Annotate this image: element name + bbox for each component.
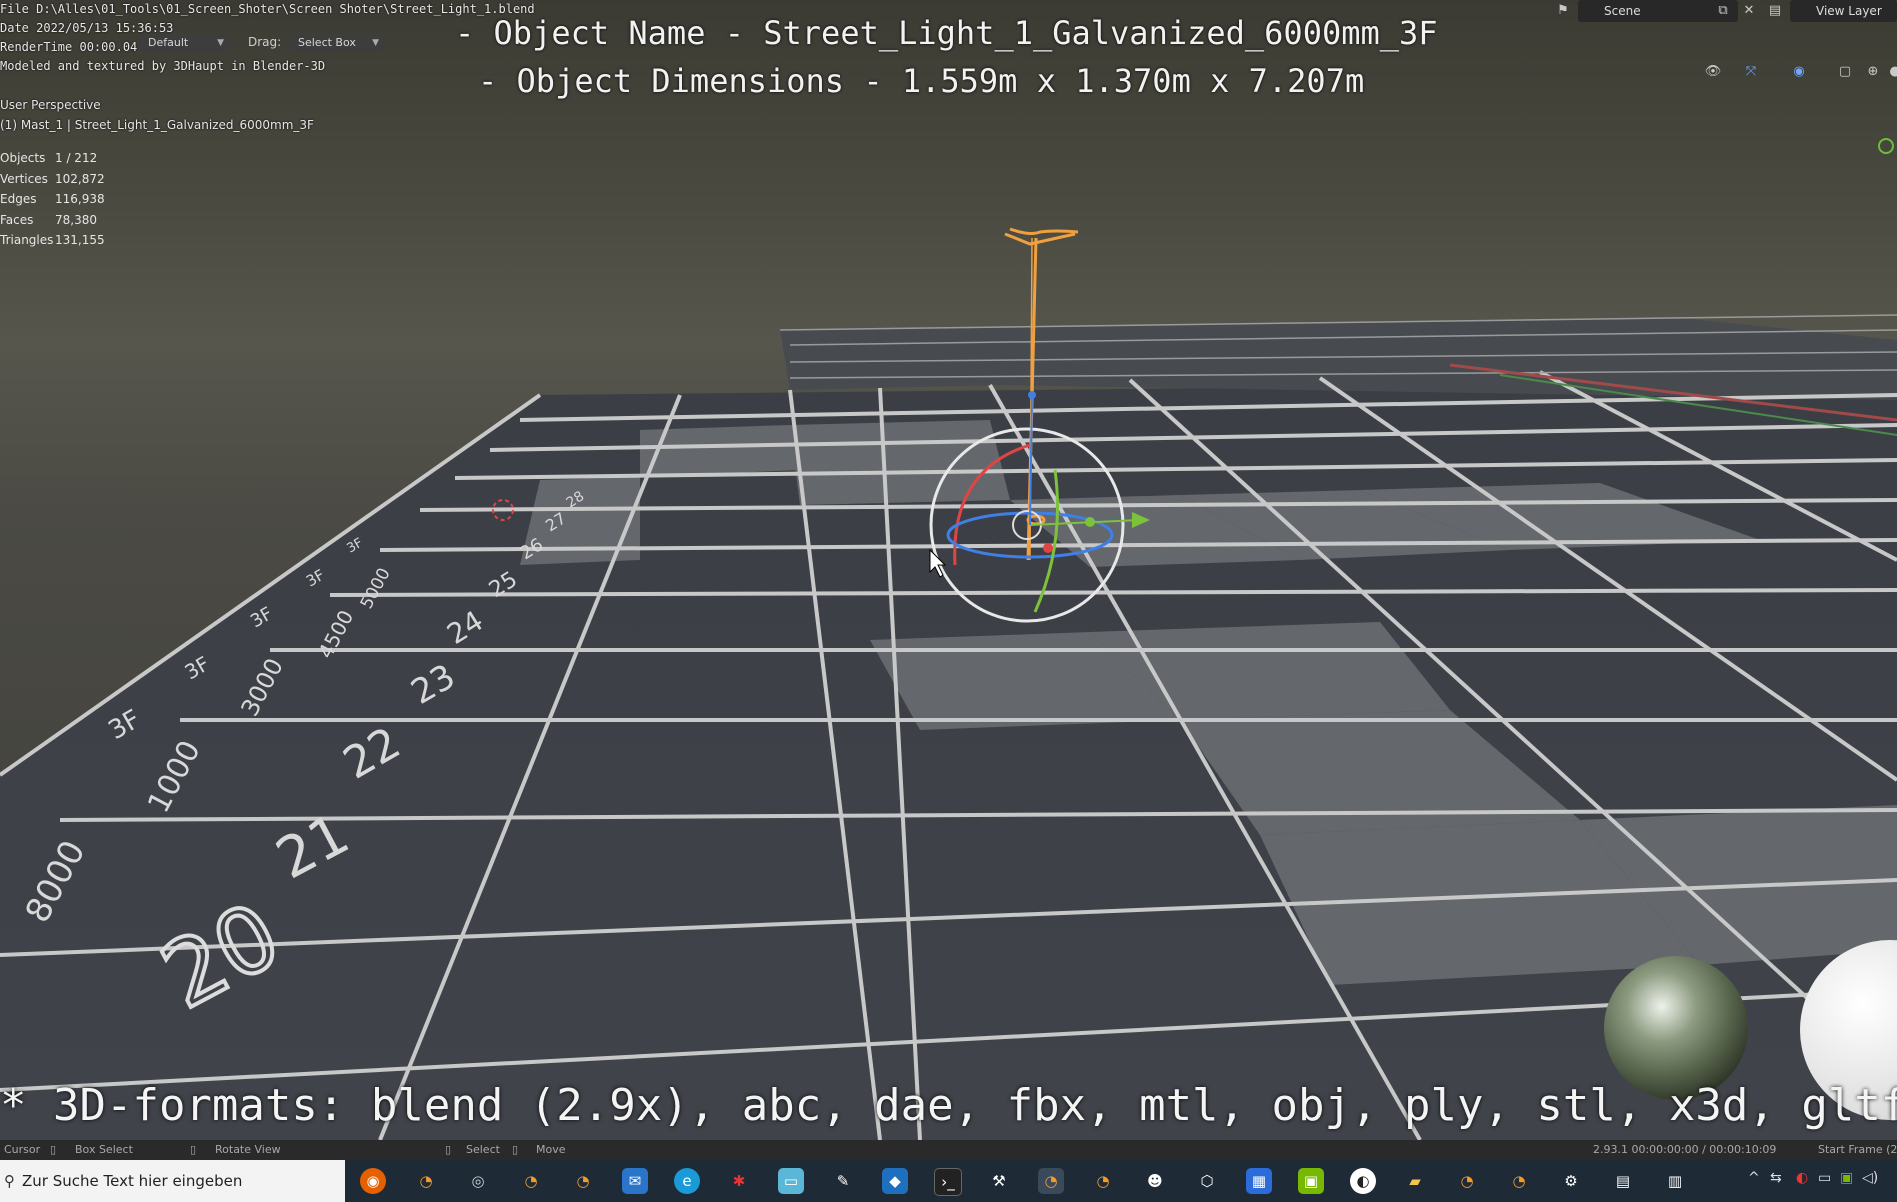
3d-viewport[interactable]: 20 21 22 23 24 25 26 27 28 8000 1000 300… xyxy=(0,0,1897,1140)
scene-name: Scene xyxy=(1604,4,1641,18)
search-placeholder: Zur Suche Text hier eingeben xyxy=(22,1172,243,1190)
status-start-frame: Start Frame (2 xyxy=(1818,1143,1897,1156)
gizmo-toggle-icon[interactable]: ⤧ xyxy=(1740,62,1762,82)
battery-icon[interactable]: ▭ xyxy=(1818,1170,1831,1186)
status-bar: Cursor ▯ Box Select ▯ Rotate View ▯ Sele… xyxy=(0,1140,1897,1160)
firefox-icon[interactable]: ◉ xyxy=(360,1168,386,1194)
status-box-select: Box Select xyxy=(75,1143,133,1156)
object-dimensions-title: - Object Dimensions - 1.559m x 1.370m x … xyxy=(478,62,1365,100)
tray-chevron-icon[interactable]: ^ xyxy=(1748,1170,1760,1186)
stat-label: Faces xyxy=(0,213,34,227)
blender-icon[interactable]: ◔ xyxy=(1038,1168,1064,1194)
taskbar-search[interactable]: ⚲ Zur Suche Text hier eingeben xyxy=(0,1160,345,1202)
blender-icon[interactable]: ◔ xyxy=(518,1168,544,1194)
app-icon[interactable]: ▥ xyxy=(1662,1168,1688,1194)
blender-icon[interactable]: ◔ xyxy=(413,1168,439,1194)
navigation-gizmo-dot xyxy=(1878,138,1894,154)
blender-icon[interactable]: ◔ xyxy=(1506,1168,1532,1194)
cube-icon[interactable]: ⬡ xyxy=(1194,1168,1220,1194)
stat-vertices: Vertices 102,872 xyxy=(0,172,105,186)
settings-icon[interactable]: ⚙ xyxy=(1558,1168,1584,1194)
nvidia-icon[interactable]: ▣ xyxy=(1298,1168,1324,1194)
nvidia-tray-icon[interactable]: ▣ xyxy=(1840,1170,1853,1186)
date-text: Date 2022/05/13 15:36:53 xyxy=(0,21,174,35)
overlay-toggle-icon[interactable]: ◉ xyxy=(1788,62,1810,82)
tray-app-icon[interactable]: ◐ xyxy=(1796,1170,1808,1186)
wireframe-shading-icon[interactable]: ⊕ xyxy=(1862,62,1884,82)
stat-faces: Faces 78,380 xyxy=(0,213,97,227)
view-layer-icon[interactable]: ▤ xyxy=(1764,1,1786,21)
view-perspective-label: User Perspective xyxy=(0,98,101,112)
status-rotate-view: Rotate View xyxy=(215,1143,281,1156)
stat-value: 78,380 xyxy=(55,213,97,227)
blender-icon[interactable]: ◔ xyxy=(1454,1168,1480,1194)
view-layer-name: View Layer xyxy=(1816,4,1882,18)
new-scene-icon[interactable]: ⧉ xyxy=(1712,1,1734,21)
solid-shading-icon[interactable]: ● xyxy=(1884,62,1897,82)
notepad-icon[interactable]: ▭ xyxy=(778,1168,804,1194)
status-cursor: Cursor xyxy=(4,1143,41,1156)
stat-value: 102,872 xyxy=(55,172,105,186)
drag-select-dropdown[interactable]: Select Box ▼ xyxy=(290,34,385,52)
stat-triangles: Triangles 131,155 xyxy=(0,233,105,247)
app-red-icon[interactable]: ✱ xyxy=(726,1168,752,1194)
volume-icon[interactable]: ◁) xyxy=(1862,1170,1878,1186)
drag-select-value: Select Box xyxy=(298,36,356,49)
stat-value: 131,155 xyxy=(55,233,105,247)
status-select: Select xyxy=(466,1143,500,1156)
stat-label: Objects xyxy=(0,151,46,165)
formats-caption: * 3D-formats: blend (2.9x), abc, dae, fb… xyxy=(0,1080,1897,1131)
tool-icon[interactable]: ⚒ xyxy=(986,1168,1012,1194)
visibility-icon[interactable]: 👁 xyxy=(1702,62,1724,82)
status-move: Move xyxy=(536,1143,566,1156)
stat-edges: Edges 116,938 xyxy=(0,192,105,206)
steam-icon[interactable]: ◎ xyxy=(465,1168,491,1194)
mail-icon[interactable]: ✉ xyxy=(622,1168,648,1194)
drag-label: Drag: xyxy=(248,35,282,49)
view-layer-selector[interactable]: View Layer xyxy=(1790,0,1897,22)
active-object-label: (1) Mast_1 | Street_Light_1_Galvanized_6… xyxy=(0,118,314,132)
stat-label: Vertices xyxy=(0,172,48,186)
stat-value: 1 / 212 xyxy=(55,151,98,165)
windows-taskbar: ⚲ Zur Suche Text hier eingeben ◉ ◔ ◎ ◔ ◔… xyxy=(0,1160,1897,1202)
mouse-middle-icon: ▯ xyxy=(190,1143,197,1156)
scene-browse-icon[interactable]: ⚑ xyxy=(1552,1,1574,21)
close-icon[interactable]: ✕ xyxy=(1738,1,1760,21)
outlook-icon[interactable]: ◆ xyxy=(882,1168,908,1194)
terminal-icon[interactable]: ›_ xyxy=(934,1168,962,1196)
app-icon[interactable]: ▤ xyxy=(1610,1168,1636,1194)
modeled-by-text: Modeled and textured by 3DHaupt in Blend… xyxy=(0,59,326,73)
object-name-title: - Object Name - Street_Light_1_Galvanize… xyxy=(455,14,1438,52)
chevron-down-icon: ▼ xyxy=(217,38,224,48)
blender-icon[interactable]: ◔ xyxy=(570,1168,596,1194)
status-version-time: 2.93.1 00:00:00:00 / 00:00:10:09 xyxy=(1593,1143,1777,1156)
paint-icon[interactable]: ✎ xyxy=(830,1168,856,1194)
mouse-left-icon: ▯ xyxy=(445,1143,452,1156)
mouse-left-icon: ▯ xyxy=(512,1143,519,1156)
hdri-preview-sphere xyxy=(1604,956,1748,1100)
mouse-left-icon: ▯ xyxy=(50,1143,57,1156)
panda-icon[interactable]: ☻ xyxy=(1142,1168,1168,1194)
stat-objects: Objects 1 / 212 xyxy=(0,151,97,165)
scene-render: 20 21 22 23 24 25 26 27 28 8000 1000 300… xyxy=(0,138,1897,1140)
orientation-value: Default xyxy=(148,36,189,49)
stat-label: Triangles xyxy=(0,233,54,247)
stat-value: 116,938 xyxy=(55,192,105,206)
stat-label: Edges xyxy=(0,192,37,206)
xray-icon[interactable]: ▢ xyxy=(1834,62,1856,82)
orientation-dropdown[interactable]: Default ▼ xyxy=(140,34,230,52)
edge-icon[interactable]: e xyxy=(674,1168,700,1194)
chevron-down-icon: ▼ xyxy=(372,38,379,48)
network-icon[interactable]: ⇆ xyxy=(1770,1170,1782,1186)
blender-icon[interactable]: ◔ xyxy=(1090,1168,1116,1194)
obs-icon[interactable]: ◐ xyxy=(1350,1168,1376,1194)
render-time-text: RenderTime 00:00.04 xyxy=(0,40,138,54)
far-strip xyxy=(780,318,1897,400)
search-icon: ⚲ xyxy=(4,1172,15,1190)
folder-icon[interactable]: ▰ xyxy=(1402,1168,1428,1194)
calendar-icon[interactable]: ▦ xyxy=(1246,1168,1272,1194)
